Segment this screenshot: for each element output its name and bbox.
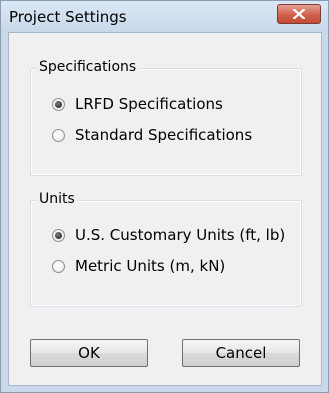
radio-button-checked[interactable] bbox=[52, 97, 65, 111]
dialog-body: Specifications LRFD Specifications Stand… bbox=[8, 32, 322, 386]
radio-label: LRFD Specifications bbox=[75, 95, 223, 113]
radio-label: Standard Specifications bbox=[75, 126, 253, 144]
title-bar[interactable]: Project Settings bbox=[1, 1, 328, 32]
radio-button[interactable] bbox=[52, 128, 65, 142]
specifications-legend: Specifications bbox=[37, 59, 139, 75]
units-group: Units U.S. Customary Units (ft, lb) Metr… bbox=[30, 191, 302, 307]
radio-standard-specifications[interactable]: Standard Specifications bbox=[52, 125, 252, 145]
radio-metric-units[interactable]: Metric Units (m, kN) bbox=[52, 256, 225, 276]
radio-lrfd-specifications[interactable]: LRFD Specifications bbox=[52, 94, 223, 114]
close-icon bbox=[293, 9, 305, 19]
radio-label: U.S. Customary Units (ft, lb) bbox=[75, 226, 286, 244]
radio-label: Metric Units (m, kN) bbox=[75, 257, 226, 275]
units-legend: Units bbox=[37, 191, 77, 207]
specifications-group: Specifications LRFD Specifications Stand… bbox=[30, 59, 302, 176]
radio-button[interactable] bbox=[52, 259, 65, 273]
radio-us-customary-units[interactable]: U.S. Customary Units (ft, lb) bbox=[52, 225, 285, 245]
window-title: Project Settings bbox=[9, 8, 127, 26]
close-button[interactable] bbox=[277, 4, 321, 24]
ok-button[interactable]: OK bbox=[30, 339, 148, 367]
cancel-button[interactable]: Cancel bbox=[182, 339, 300, 367]
project-settings-dialog: Project Settings Specifications LRFD Spe… bbox=[0, 0, 329, 393]
radio-button-checked[interactable] bbox=[52, 228, 65, 242]
